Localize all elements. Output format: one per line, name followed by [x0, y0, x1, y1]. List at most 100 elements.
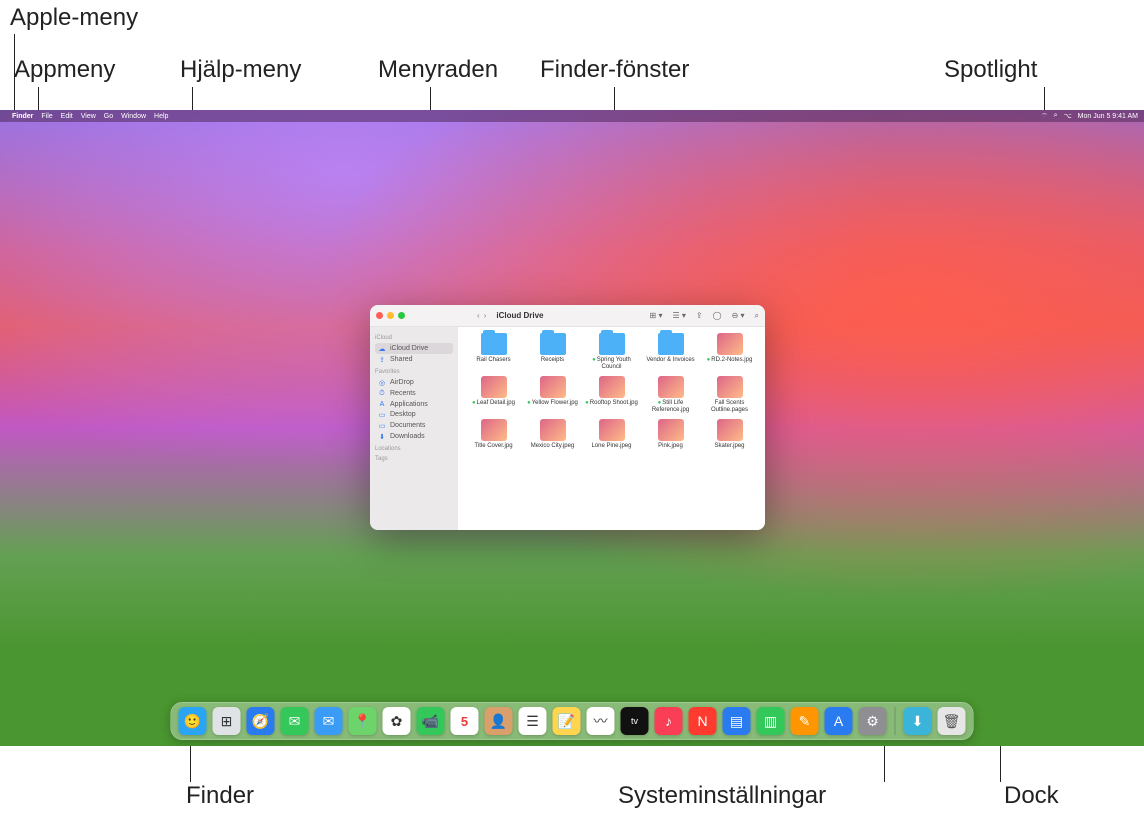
file-thumbnail-icon — [658, 419, 684, 441]
dock-tv-icon[interactable]: tv — [621, 707, 649, 735]
file-label: Leaf Detail.jpg — [466, 400, 521, 407]
dock-mail-icon[interactable]: ✉ — [315, 707, 343, 735]
file-thumbnail-icon — [599, 419, 625, 441]
search-button[interactable]: ⌕ — [755, 311, 759, 321]
file-thumbnail-icon — [717, 419, 743, 441]
sidebar-item-label: Shared — [390, 356, 413, 363]
applications-icon: A — [378, 401, 386, 408]
file-item[interactable]: Pink.jpeg — [643, 419, 698, 450]
file-item[interactable]: Yellow Flower.jpg — [525, 376, 580, 413]
file-item[interactable]: Vendor & Invoices — [643, 333, 698, 370]
dock-contacts-icon[interactable]: 👤 — [485, 707, 513, 735]
action-button[interactable]: ⊖ ▾ — [732, 311, 745, 321]
menu-window[interactable]: Window — [121, 113, 146, 120]
menu-file[interactable]: File — [41, 113, 52, 120]
dock-finder-icon[interactable]: 🙂 — [179, 707, 207, 735]
spotlight-icon[interactable]: ⌕ — [1054, 112, 1058, 120]
file-item[interactable]: Title Cover.jpg — [466, 419, 521, 450]
menu-view[interactable]: View — [81, 113, 96, 120]
file-item[interactable]: Rooftop Shoot.jpg — [584, 376, 639, 413]
sidebar-item-airdrop[interactable]: ◎AirDrop — [375, 377, 453, 388]
dock-maps-icon[interactable]: 📍 — [349, 707, 377, 735]
dock-keynote-icon[interactable]: ▤ — [723, 707, 751, 735]
menu-help[interactable]: Help — [154, 113, 168, 120]
finder-toolbar: ‹ › iCloud Drive ⊞ ▾ ☰ ▾ ⇪ ◯ ⊖ ▾ ⌕ — [370, 305, 765, 327]
file-item[interactable]: Mexico City.jpeg — [525, 419, 580, 450]
file-thumbnail-icon — [658, 376, 684, 398]
file-item[interactable]: Rail Chasers — [466, 333, 521, 370]
file-item[interactable]: Skater.jpeg — [702, 419, 757, 450]
back-button[interactable]: ‹ — [477, 311, 480, 320]
callout-system-settings: Systeminställningar — [618, 782, 826, 810]
sidebar-item-recents[interactable]: ⏱Recents — [375, 388, 453, 399]
dock-music-icon[interactable]: ♪ — [655, 707, 683, 735]
close-button[interactable] — [376, 312, 383, 319]
dock-notes-icon[interactable]: 📝 — [553, 707, 581, 735]
menu-edit[interactable]: Edit — [61, 113, 73, 120]
group-button[interactable]: ☰ ▾ — [672, 311, 685, 321]
share-button[interactable]: ⇪ — [696, 311, 703, 321]
dock-trash-icon[interactable]: 🗑 — [938, 707, 966, 735]
file-item[interactable]: Lone Pine.jpeg — [584, 419, 639, 450]
dock-pages-icon[interactable]: ✎ — [791, 707, 819, 735]
dock-calendar-icon[interactable]: 5 — [451, 707, 479, 735]
file-item[interactable]: RD.2-Notes.jpg — [702, 333, 757, 370]
sidebar-section-header: Favorites — [375, 369, 453, 375]
folder-icon — [481, 333, 507, 355]
app-menu-finder[interactable]: Finder — [12, 113, 33, 120]
file-thumbnail-icon — [717, 333, 743, 355]
sidebar-item-label: Downloads — [390, 433, 425, 440]
sidebar-item-label: Recents — [390, 390, 416, 397]
minimize-button[interactable] — [387, 312, 394, 319]
dock-messages-icon[interactable]: ✉ — [281, 707, 309, 735]
sidebar-item-icloud-drive[interactable]: ☁iCloud Drive — [375, 343, 453, 354]
file-thumbnail-icon — [599, 376, 625, 398]
dock-launchpad-icon[interactable]: ⊞ — [213, 707, 241, 735]
sidebar-item-documents[interactable]: ▭Documents — [375, 420, 453, 431]
sidebar-item-desktop[interactable]: ▭Desktop — [375, 409, 453, 420]
dock-news-icon[interactable]: N — [689, 707, 717, 735]
dock-divider — [895, 707, 896, 735]
folder-icon — [599, 333, 625, 355]
callout-finder-window: Finder-fönster — [540, 56, 689, 84]
wifi-icon[interactable]: ⌔ — [1041, 112, 1048, 121]
sidebar-item-applications[interactable]: AApplications — [375, 399, 453, 409]
dock-photos-icon[interactable]: ✿ — [383, 707, 411, 735]
file-item[interactable]: Still Life Reference.jpg — [643, 376, 698, 413]
file-label: Rooftop Shoot.jpg — [584, 400, 639, 407]
view-icons-button[interactable]: ⊞ ▾ — [650, 311, 663, 321]
dock-reminders-icon[interactable]: ☰ — [519, 707, 547, 735]
file-item[interactable]: Spring Youth Council — [584, 333, 639, 370]
dock-downloads-icon[interactable]: ⬇ — [904, 707, 932, 735]
file-thumbnail-icon — [540, 419, 566, 441]
sidebar-item-downloads[interactable]: ⬇Downloads — [375, 431, 453, 442]
file-item[interactable]: Receipts — [525, 333, 580, 370]
dock-numbers-icon[interactable]: ▥ — [757, 707, 785, 735]
dock-safari-icon[interactable]: 🧭 — [247, 707, 275, 735]
file-item[interactable]: Leaf Detail.jpg — [466, 376, 521, 413]
file-thumbnail-icon — [540, 376, 566, 398]
folder-icon — [540, 333, 566, 355]
file-item[interactable]: Fall Scents Outline.pages — [702, 376, 757, 413]
menu-go[interactable]: Go — [104, 113, 113, 120]
airdrop-icon: ◎ — [378, 379, 386, 387]
sidebar: iCloud☁iCloud Drive⇪SharedFavorites◎AirD… — [370, 327, 458, 530]
dock-system-settings-icon[interactable]: ⚙ — [859, 707, 887, 735]
file-label: Spring Youth Council — [584, 357, 639, 370]
dock-appstore-icon[interactable]: A — [825, 707, 853, 735]
documents-icon: ▭ — [378, 422, 386, 430]
dock-facetime-icon[interactable]: 📹 — [417, 707, 445, 735]
window-controls — [376, 312, 405, 319]
datetime[interactable]: Mon Jun 5 9:41 AM — [1078, 113, 1138, 120]
file-label: Rail Chasers — [466, 357, 521, 364]
finder-window: ‹ › iCloud Drive ⊞ ▾ ☰ ▾ ⇪ ◯ ⊖ ▾ ⌕ iClou… — [370, 305, 765, 530]
dock-freeform-icon[interactable]: 〰 — [587, 707, 615, 735]
control-center-icon[interactable]: ⌥ — [1064, 112, 1072, 120]
sidebar-item-shared[interactable]: ⇪ Shared — [375, 354, 453, 365]
callout-menu-bar: Menyraden — [378, 56, 498, 84]
zoom-button[interactable] — [398, 312, 405, 319]
tags-button[interactable]: ◯ — [713, 311, 722, 321]
forward-button[interactable]: › — [484, 311, 487, 320]
shared-icon: ⇪ — [378, 356, 386, 364]
file-label: Still Life Reference.jpg — [643, 400, 698, 413]
